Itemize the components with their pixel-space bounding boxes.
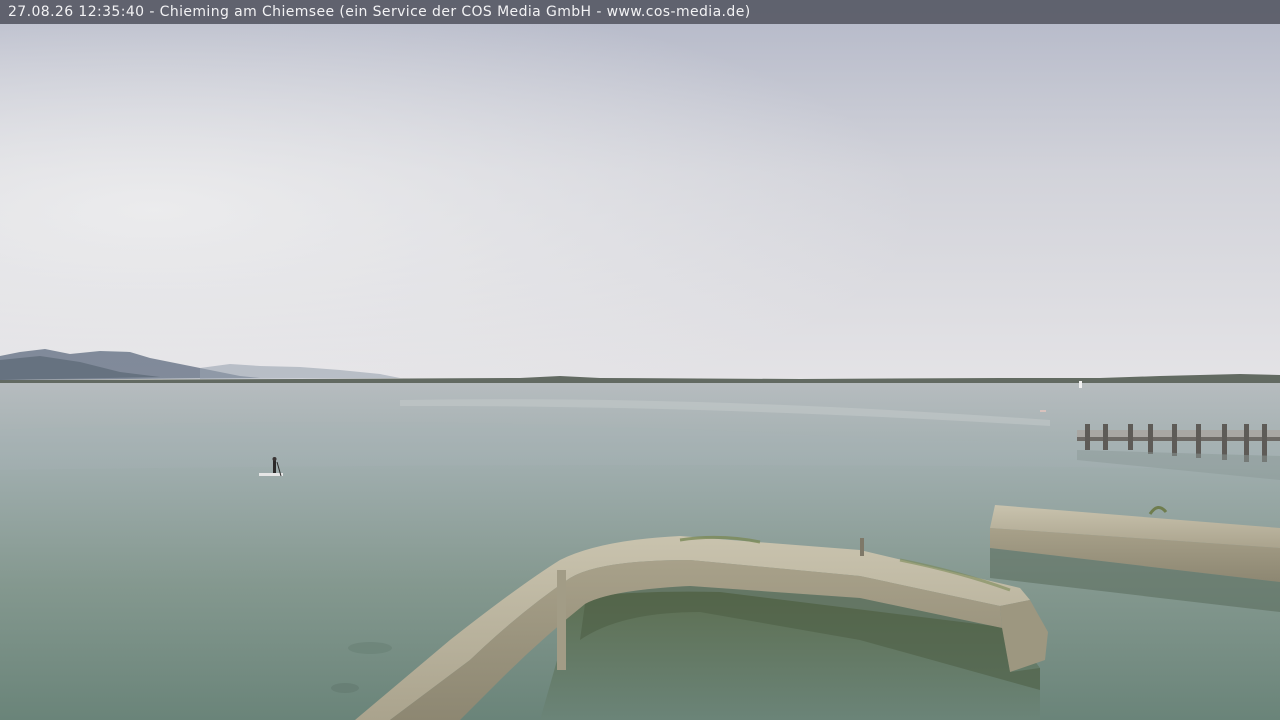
lake-scene-image [0,0,1280,720]
timestamp-label: 27.08.26 12:35:40 [8,4,145,20]
webcam-frame: 27.08.26 12:35:40 - Chieming am Chiemsee… [0,0,1280,720]
caption-separator: - [144,4,160,20]
location-caption: Chieming am Chiemsee (ein Service der CO… [159,4,751,20]
webcam-caption-bar: 27.08.26 12:35:40 - Chieming am Chiemsee… [0,0,1280,24]
webcam-caption: 27.08.26 12:35:40 - Chieming am Chiemsee… [8,3,751,21]
